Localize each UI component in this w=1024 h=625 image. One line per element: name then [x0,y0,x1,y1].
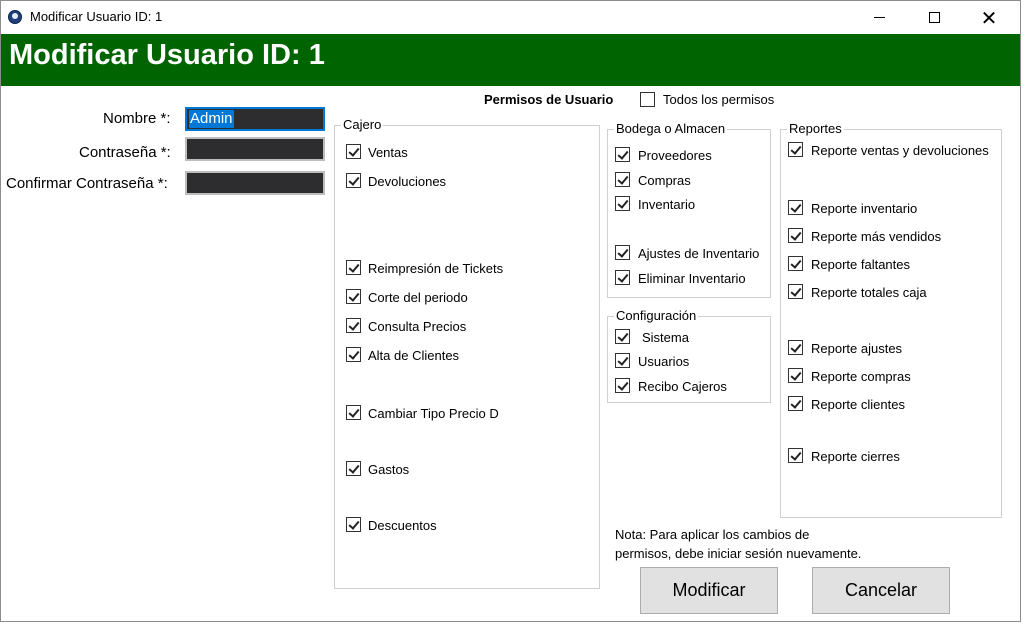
cambiar-tipo-precio-label: Cambiar Tipo Precio D [368,406,499,421]
compras-label: Compras [638,173,691,188]
reportes-group-title: Reportes [787,121,844,136]
password-field[interactable] [185,137,325,161]
reporte-compras-label: Reporte compras [811,369,911,384]
todos-permisos-label: Todos los permisos [663,92,775,107]
note-line-1: Nota: Para aplicar los cambios de [615,527,810,542]
reporte-ventas-devoluciones-label: Reporte ventas y devoluciones [811,143,989,158]
contrasena-label: Contraseña *: [79,144,171,161]
devoluciones-checkbox[interactable] [346,173,361,188]
proveedores-label: Proveedores [638,148,712,163]
window-title: Modificar Usuario ID: 1 [30,9,163,24]
reimpresion-tickets-checkbox[interactable] [346,260,361,275]
sistema-checkbox[interactable] [615,329,630,344]
note-text: Nota: Para aplicar los cambios de permis… [615,525,861,563]
reporte-mas-vendidos-checkbox[interactable] [788,228,803,243]
bodega-group-title: Bodega o Almacen [614,121,728,136]
header-banner: Modificar Usuario ID: 1 [1,34,1020,86]
corte-periodo-checkbox[interactable] [346,289,361,304]
ventas-checkbox[interactable] [346,144,361,159]
descuentos-checkbox[interactable] [346,517,361,532]
devoluciones-label: Devoluciones [368,174,447,189]
configuracion-group-title: Configuración [614,308,699,323]
reporte-ajustes-label: Reporte ajustes [811,341,903,356]
gastos-checkbox[interactable] [346,461,361,476]
maximize-icon [928,12,940,23]
close-button[interactable]: ✕ [966,1,1012,34]
nombre-field[interactable]: Admin [185,107,325,131]
confirmar-contrasena-label: Confirmar Contraseña *: [6,175,168,192]
reporte-inventario-label: Reporte inventario [811,201,918,216]
eliminar-inventario-label: Eliminar Inventario [638,271,746,286]
ajustes-inventario-checkbox[interactable] [615,245,630,260]
app-logo-icon [8,10,22,24]
reporte-totales-caja-checkbox[interactable] [788,284,803,299]
cancelar-button[interactable]: Cancelar [812,567,950,614]
nombre-value: Admin [189,110,234,128]
eliminar-inventario-checkbox[interactable] [615,270,630,285]
nombre-label: Nombre *: [103,110,171,127]
inventario-checkbox[interactable] [615,196,630,211]
usuarios-checkbox[interactable] [615,353,630,368]
note-line-2: permisos, debe iniciar sesión nuevamente… [615,546,862,561]
page-title: Modificar Usuario ID: 1 [9,39,325,71]
alta-clientes-label: Alta de Clientes [368,348,460,363]
reporte-totales-caja-label: Reporte totales caja [811,285,927,300]
inventario-label: Inventario [638,197,696,212]
permisos-title: Permisos de Usuario [484,92,614,107]
maximize-button[interactable] [911,1,957,34]
proveedores-checkbox[interactable] [615,147,630,162]
corte-periodo-label: Corte del periodo [368,290,468,305]
ventas-label: Ventas [368,145,408,160]
title-bar: Modificar Usuario ID: 1 ✕ [1,1,1020,34]
reporte-mas-vendidos-label: Reporte más vendidos [811,229,942,244]
compras-checkbox[interactable] [615,172,630,187]
descuentos-label: Descuentos [368,518,437,533]
reporte-cierres-label: Reporte cierres [811,449,900,464]
sistema-label: Sistema [642,330,689,345]
consulta-precios-checkbox[interactable] [346,318,361,333]
reporte-ajustes-checkbox[interactable] [788,340,803,355]
recibo-cajeros-label: Recibo Cajeros [638,379,727,394]
reporte-faltantes-label: Reporte faltantes [811,257,911,272]
cambiar-tipo-precio-checkbox[interactable] [346,405,361,420]
cajero-group-title: Cajero [341,117,384,132]
reimpresion-tickets-label: Reimpresión de Tickets [368,261,504,276]
reporte-compras-checkbox[interactable] [788,368,803,383]
alta-clientes-checkbox[interactable] [346,347,361,362]
minimize-icon [873,17,885,18]
reporte-clientes-label: Reporte clientes [811,397,905,412]
reporte-clientes-checkbox[interactable] [788,396,803,411]
reporte-cierres-checkbox[interactable] [788,448,803,463]
minimize-button[interactable] [856,1,902,34]
reporte-inventario-checkbox[interactable] [788,200,803,215]
usuarios-label: Usuarios [638,354,690,369]
todos-permisos-checkbox[interactable] [640,92,655,107]
recibo-cajeros-checkbox[interactable] [615,378,630,393]
reporte-faltantes-checkbox[interactable] [788,256,803,271]
reporte-ventas-devoluciones-checkbox[interactable] [788,142,803,157]
modificar-button[interactable]: Modificar [640,567,778,614]
consulta-precios-label: Consulta Precios [368,319,467,334]
close-icon: ✕ [980,5,998,30]
gastos-label: Gastos [368,462,410,477]
ajustes-inventario-label: Ajustes de Inventario [638,246,760,261]
dialog-window: Modificar Usuario ID: 1 ✕ Modificar Usua… [0,0,1021,622]
confirm-password-field[interactable] [185,171,325,195]
